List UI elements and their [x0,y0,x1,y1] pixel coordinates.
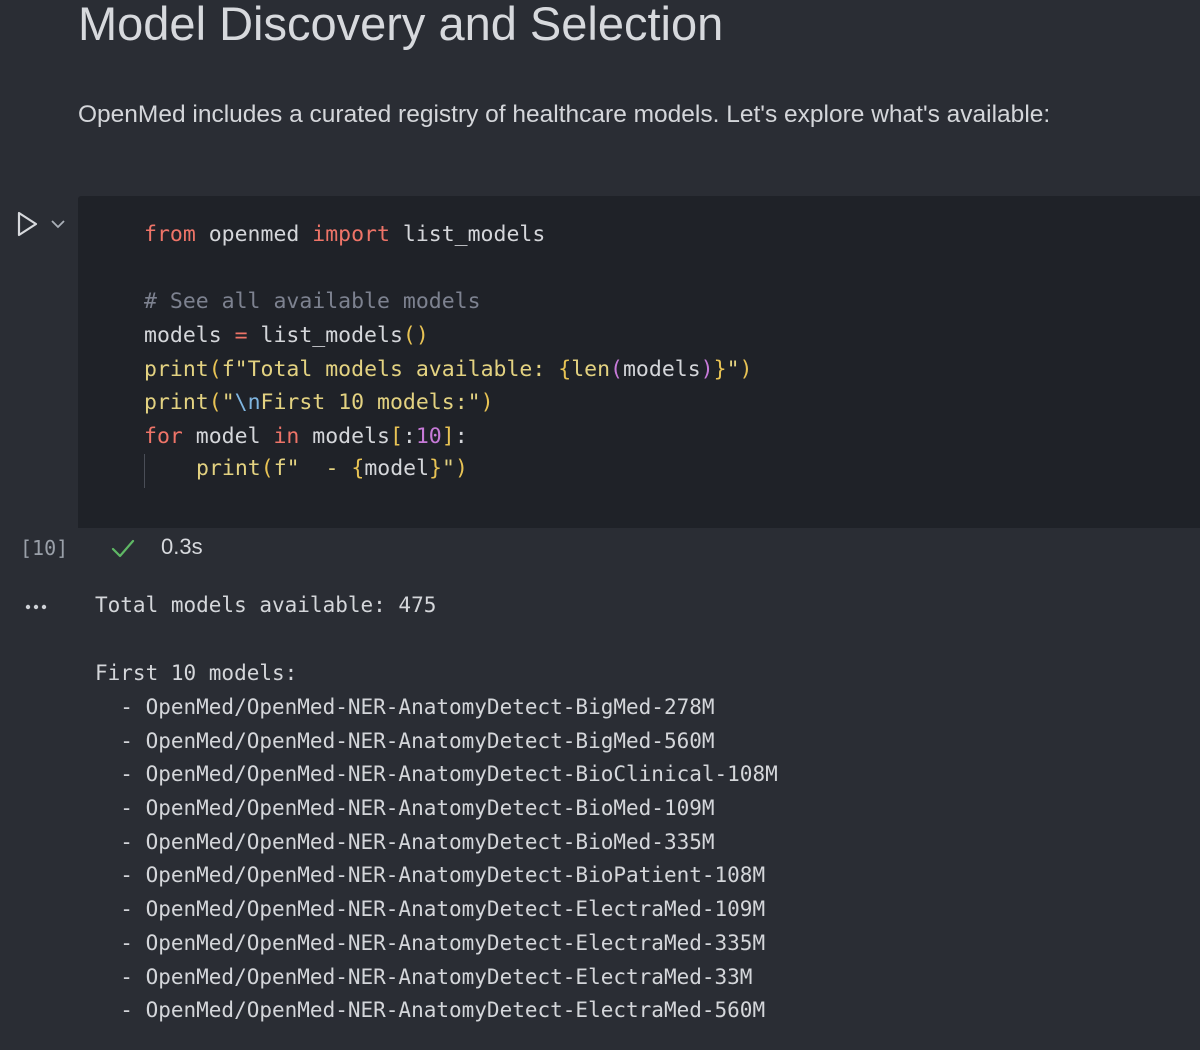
output-total-line: Total models available: 475 [95,593,437,617]
output-model-line: - OpenMed/OpenMed-NER-AnatomyDetect-BioM… [95,796,715,820]
section-description: OpenMed includes a curated registry of h… [78,101,1051,128]
code-line: for model in models[:10]: [144,424,468,449]
chevron-down-icon[interactable] [48,214,68,234]
code-line: print("\nFirst 10 models:") [144,390,494,415]
execution-count: [10] [20,536,69,560]
output-model-line: - OpenMed/OpenMed-NER-AnatomyDetect-Elec… [95,965,753,989]
code-line: from openmed import list_models [144,222,546,247]
output-model-line: - OpenMed/OpenMed-NER-AnatomyDetect-Elec… [95,998,766,1022]
run-cell-button[interactable] [14,206,74,242]
cell-output[interactable]: Total models available: 475 First 10 mod… [0,574,1200,1050]
execution-time: 0.3s [161,534,203,559]
output-model-line: - OpenMed/OpenMed-NER-AnatomyDetect-BioP… [95,863,766,887]
code-editor[interactable]: from openmed import list_models # See al… [78,196,1200,528]
markdown-cell[interactable]: Model Discovery and Selection OpenMed in… [0,0,1200,196]
code-line: models = list_models() [144,323,429,348]
play-icon[interactable] [14,210,40,238]
ellipsis-icon[interactable] [22,600,52,614]
output-model-line: - OpenMed/OpenMed-NER-AnatomyDetect-Elec… [95,931,766,955]
output-heading-line: First 10 models: [95,661,298,685]
indent-guide [144,454,145,488]
output-model-line: - OpenMed/OpenMed-NER-AnatomyDetect-BigM… [95,695,715,719]
code-cell[interactable]: from openmed import list_models # See al… [0,196,1200,574]
output-model-line: - OpenMed/OpenMed-NER-AnatomyDetect-Elec… [95,897,766,921]
code-line: print(f"Total models available: {len(mod… [144,357,753,382]
output-model-line: - OpenMed/OpenMed-NER-AnatomyDetect-BioM… [95,830,715,854]
code-comment: # See all available models [144,289,481,314]
check-icon [111,539,135,558]
section-title: Model Discovery and Selection [78,0,724,50]
code-line: print(f" - {model}") [196,456,468,481]
output-model-line: - OpenMed/OpenMed-NER-AnatomyDetect-BioC… [95,762,778,786]
output-model-line: - OpenMed/OpenMed-NER-AnatomyDetect-BigM… [95,729,715,753]
